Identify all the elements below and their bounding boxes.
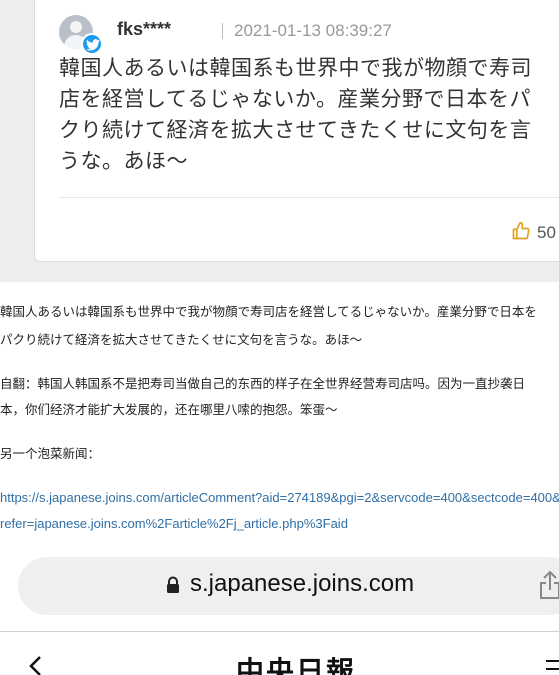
hamburger-menu-icon[interactable] [546, 660, 559, 675]
comment-timestamp: 2021-01-13 08:39:27 [234, 21, 392, 40]
header-separator [222, 23, 223, 39]
chevron-left-icon[interactable] [28, 655, 42, 675]
twitter-icon [81, 33, 103, 55]
translation-line: 本，你们经济才能扩大发展的，还在哪里八嗦的抱怨。笨蛋～ [0, 402, 338, 417]
translation-line: 自翻：韩国人韩国系不是把寿司当做自己的东西的样子在全世界经营寿司店吗。因为一直抄… [0, 376, 526, 391]
browser-address-bar[interactable]: s.japanese.joins.com [18, 557, 559, 615]
toolbar-divider [0, 631, 559, 632]
comment-username[interactable]: fks**** [117, 19, 171, 40]
like-button[interactable]: 50 [511, 221, 556, 245]
thumbs-up-icon [511, 221, 531, 245]
url-text[interactable]: s.japanese.joins.com [190, 570, 414, 598]
site-masthead[interactable]: 中央日報 [236, 650, 356, 675]
comment-line: クり続けて経済を拡大させてきたくせに文句を言 [59, 118, 532, 142]
comment-line: うな。あほ〜 [59, 149, 188, 173]
share-icon[interactable] [538, 570, 559, 604]
original-text-line: 韓国人あるいは韓国系も世界中で我が物顔で寿司店を経営してるじゃないか。産業分野で… [0, 304, 537, 319]
comment-line: 韓国人あるいは韓国系も世界中で我が物顔で寿司 [59, 56, 532, 80]
article-link[interactable]: refer=japanese.joins.com%2Farticle%2Fj_a… [0, 512, 348, 536]
user-avatar[interactable] [59, 15, 105, 55]
comment-section-background: fks**** 2021-01-13 08:39:27 韓国人あるいは韓国系も世… [0, 0, 559, 282]
lock-icon [166, 576, 180, 598]
original-text-line: パクり続けて経済を拡大させてきたくせに文句を言うな。あほ～ [0, 332, 363, 347]
card-divider [59, 197, 559, 198]
like-count: 50 [537, 223, 556, 242]
article-link[interactable]: https://s.japanese.joins.com/articleComm… [0, 486, 559, 510]
comment-line: 店を経営してるじゃないか。産業分野で日本をパ [59, 87, 531, 111]
comment-body: 韓国人あるいは韓国系も世界中で我が物顔で寿司 店を経営してるじゃないか。産業分野… [59, 53, 559, 177]
another-news-label: 另一个泡菜新闻： [0, 446, 101, 461]
comment-card: fks**** 2021-01-13 08:39:27 韓国人あるいは韓国系も世… [34, 0, 559, 262]
